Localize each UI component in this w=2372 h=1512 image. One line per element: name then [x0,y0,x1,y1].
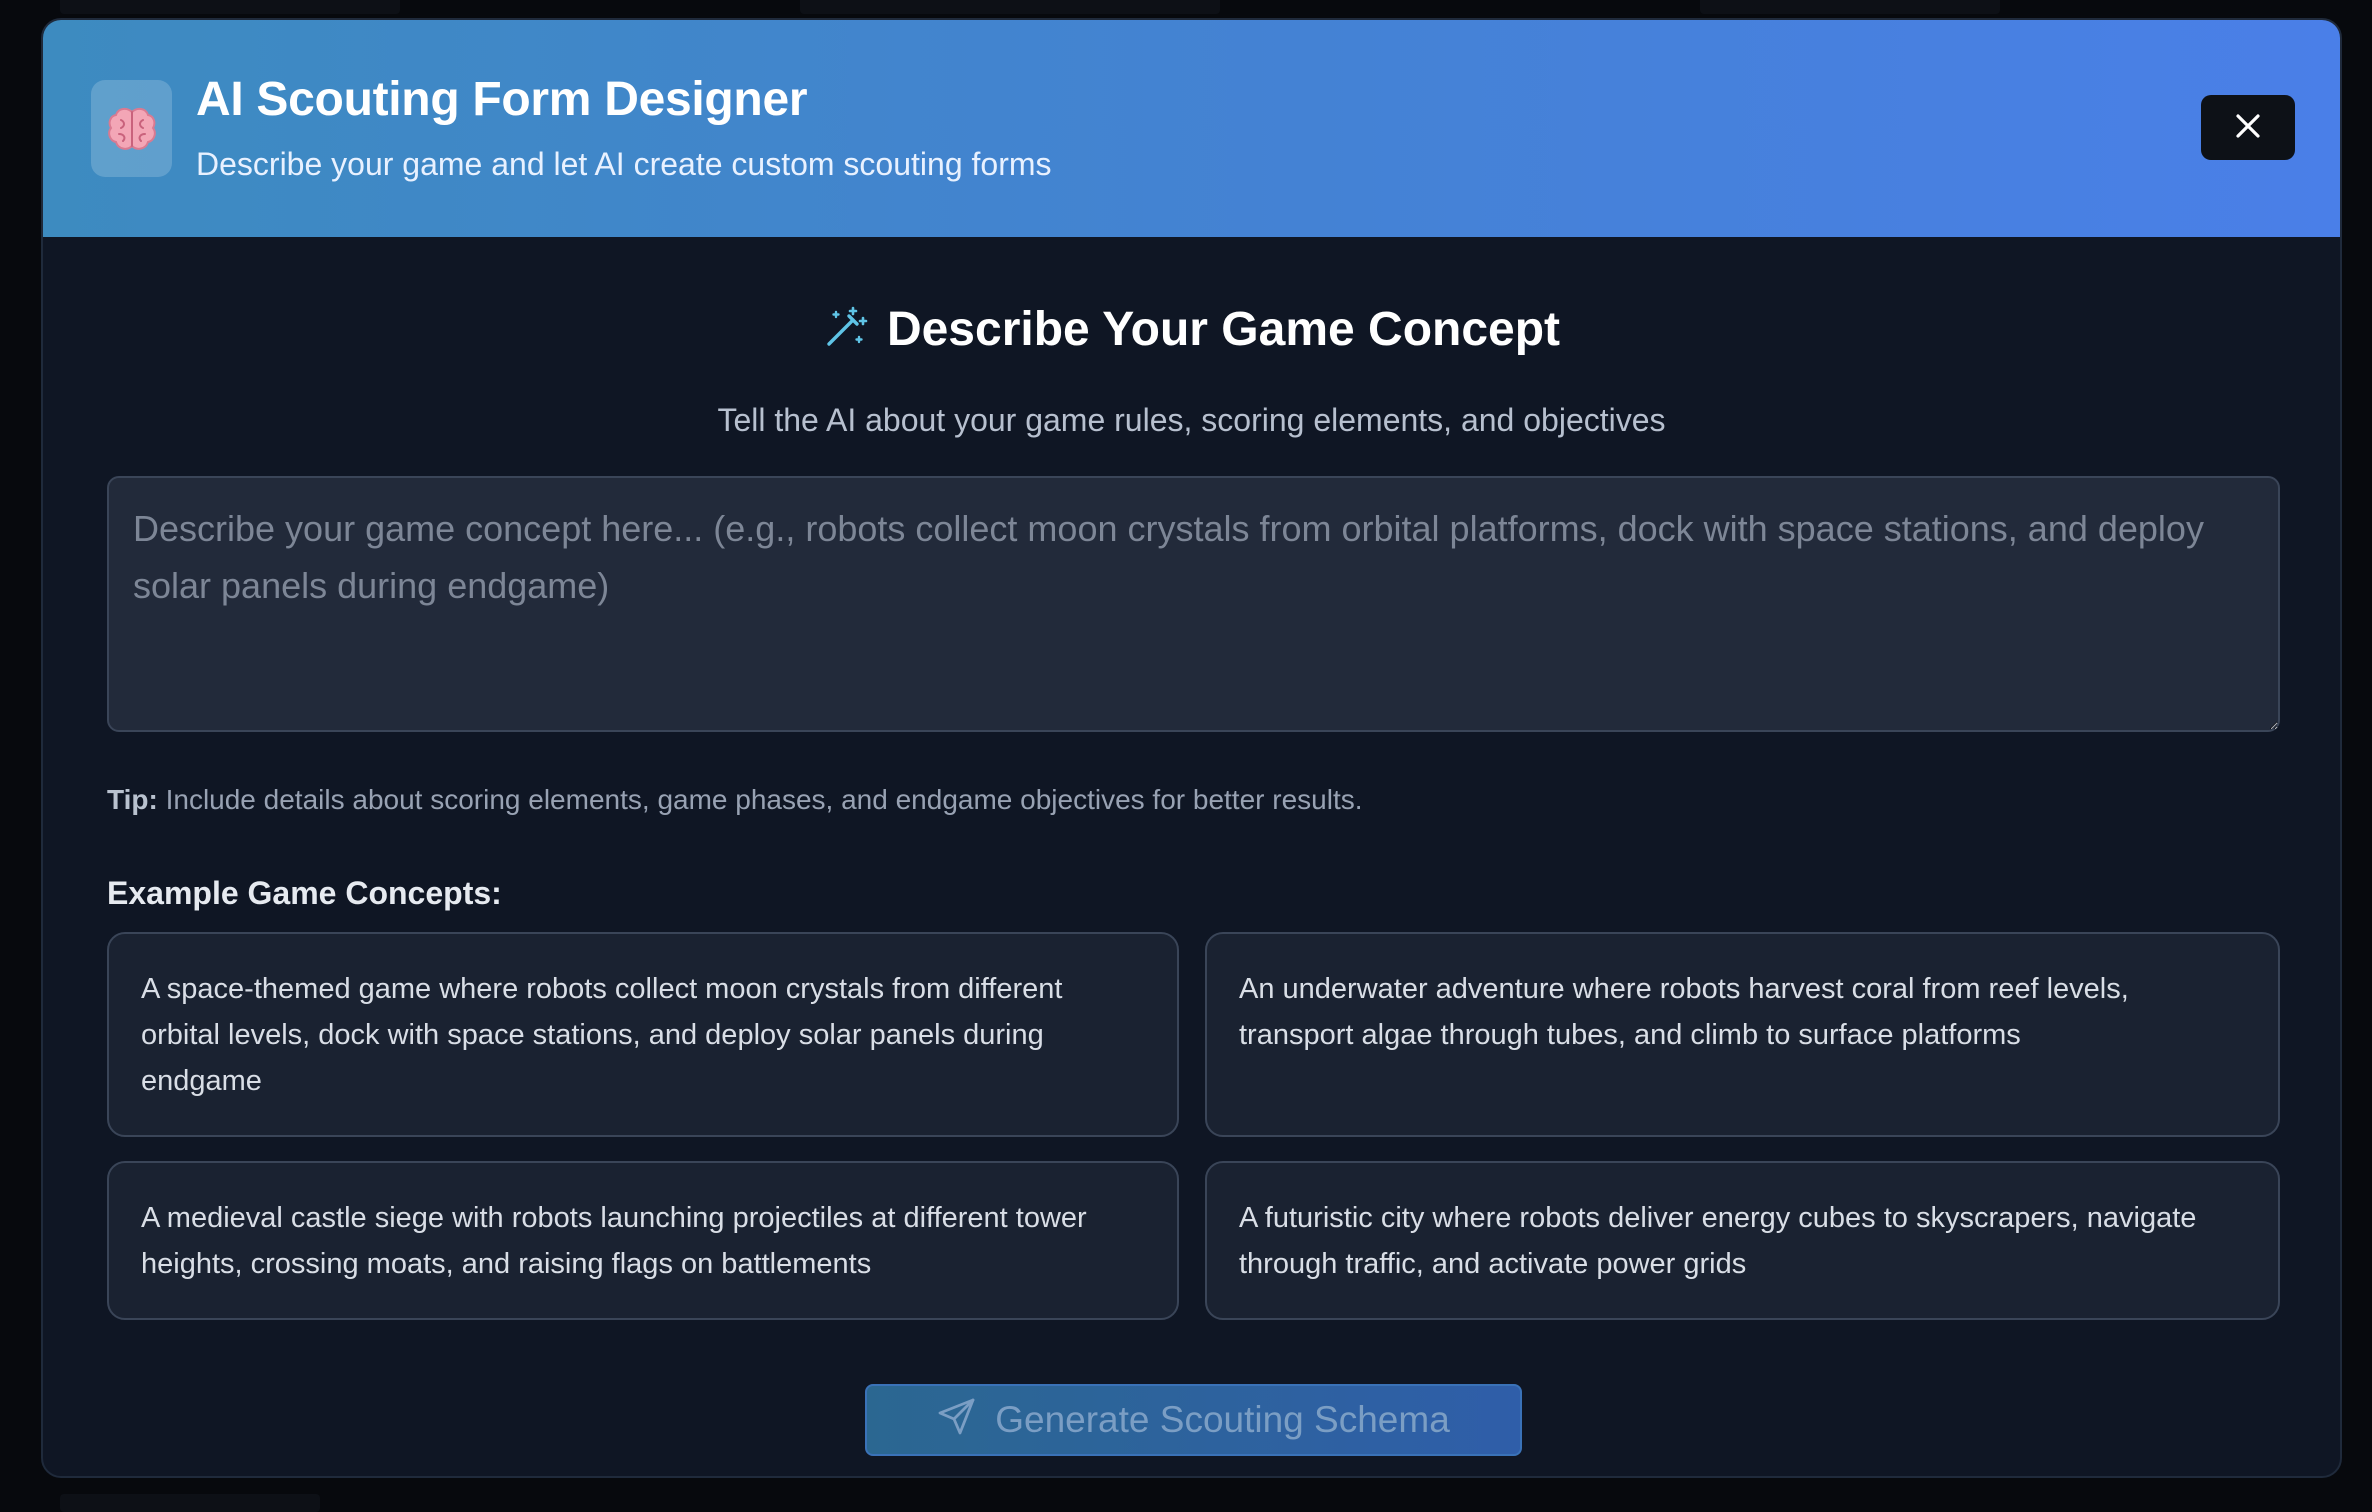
examples-label: Example Game Concepts: [107,875,502,911]
example-card[interactable]: A medieval castle siege with robots laun… [107,1161,1179,1320]
generate-schema-label: Generate Scouting Schema [995,1399,1450,1440]
tip-body: Include details about scoring elements, … [157,784,1363,815]
backdrop-ghost [60,0,400,14]
ai-form-designer-modal: AI Scouting Form Designer Describe your … [41,18,2342,1478]
example-card[interactable]: A futuristic city where robots deliver e… [1205,1161,2280,1320]
example-card[interactable]: An underwater adventure where robots har… [1205,932,2280,1137]
backdrop-ghost [60,1494,320,1512]
tip-label: Tip: [107,784,158,815]
modal-title: AI Scouting Form Designer [196,73,808,126]
backdrop-ghost [800,0,1220,14]
concept-subheading: Tell the AI about your game rules, scori… [717,402,1666,438]
magic-wand-icon [823,304,869,355]
tip-text: Tip: Include details about scoring eleme… [107,784,1363,816]
concept-heading-text: Describe Your Game Concept [886,303,1561,356]
concept-heading: Describe Your Game Concept [43,302,2340,357]
modal-header: AI Scouting Form Designer Describe your … [43,20,2340,237]
close-button[interactable] [2201,95,2295,160]
brain-icon [91,80,172,177]
example-card[interactable]: A space-themed game where robots collect… [107,932,1179,1137]
close-icon [2234,112,2262,143]
backdrop-ghost [1700,0,2000,14]
generate-schema-button[interactable]: Generate Scouting Schema [865,1384,1522,1456]
game-concept-input[interactable] [107,476,2280,732]
send-icon [937,1396,977,1445]
modal-subtitle: Describe your game and let AI create cus… [196,146,1052,182]
